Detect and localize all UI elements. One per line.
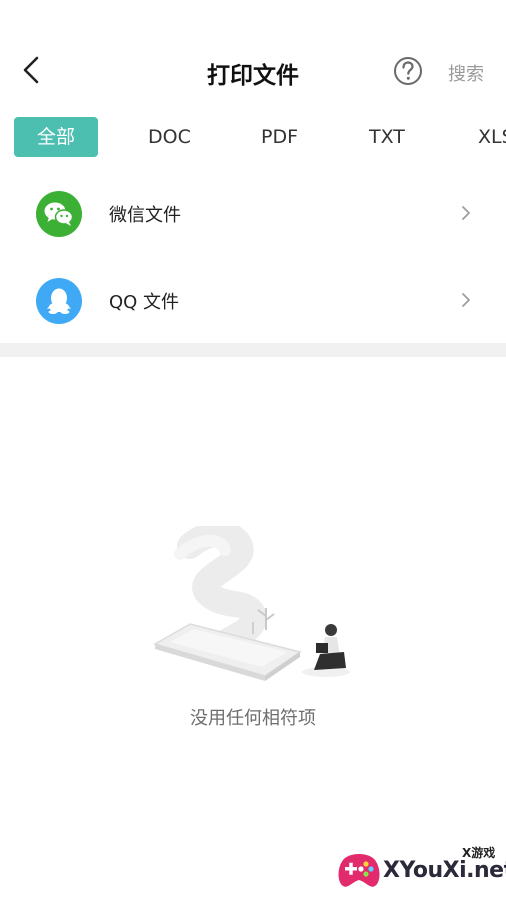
wechat-icon	[36, 191, 82, 237]
gamepad-icon	[338, 854, 380, 887]
watermark-brand-text: XYouXi.net	[383, 858, 506, 883]
chevron-right-icon	[462, 206, 470, 220]
watermark-logo: X游戏 XYouXi.net	[335, 842, 506, 898]
help-button[interactable]	[392, 55, 424, 87]
page-title: 打印文件	[207, 63, 299, 89]
list-item-label: QQ 文件	[109, 292, 180, 313]
list-item-qq-files[interactable]: QQ 文件	[0, 257, 506, 343]
chevron-right-icon	[462, 293, 470, 307]
qq-icon	[36, 278, 82, 324]
tab-xls[interactable]: XLS	[478, 117, 506, 157]
tab-pdf[interactable]: PDF	[261, 117, 298, 157]
file-type-tabs: 全部 DOC PDF TXT XLS	[0, 117, 506, 159]
search-button[interactable]: 搜索	[448, 60, 484, 86]
tab-doc[interactable]: DOC	[148, 117, 191, 157]
list-item-wechat-files[interactable]: 微信文件	[0, 170, 506, 256]
empty-state-message: 没用任何相符项	[190, 708, 316, 729]
question-circle-icon	[394, 57, 422, 85]
list-item-label: 微信文件	[109, 205, 181, 226]
tab-all[interactable]: 全部	[14, 117, 98, 157]
header: 打印文件 搜索	[0, 0, 506, 110]
tab-txt[interactable]: TXT	[369, 117, 405, 157]
section-divider	[0, 343, 506, 357]
empty-illustration-icon	[153, 526, 350, 681]
